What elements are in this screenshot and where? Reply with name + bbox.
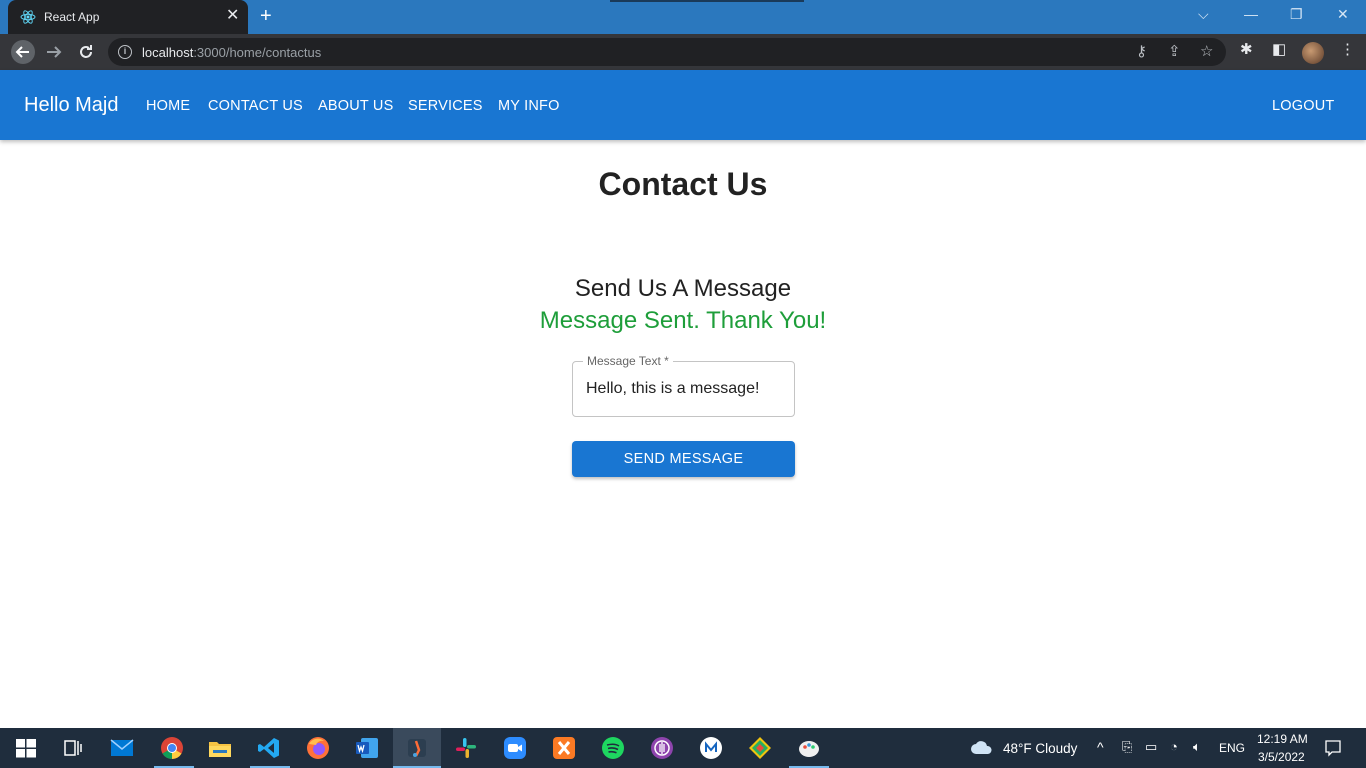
- meet-now-icon[interactable]: ⎘: [1122, 739, 1132, 755]
- reload-button[interactable]: [75, 42, 97, 62]
- spotify-icon[interactable]: [601, 736, 625, 760]
- nav-services[interactable]: SERVICES: [408, 98, 483, 114]
- logout-button[interactable]: LOGOUT: [1272, 98, 1334, 114]
- postman-icon[interactable]: [405, 736, 429, 760]
- restore-button[interactable]: ❐: [1290, 6, 1303, 22]
- word-icon[interactable]: [355, 736, 379, 760]
- chrome-icon[interactable]: [160, 736, 184, 760]
- message-text-field[interactable]: Message Text *: [572, 354, 795, 417]
- language-indicator[interactable]: ENG: [1219, 741, 1245, 755]
- close-window-button[interactable]: ✕: [1337, 6, 1349, 22]
- nav-home[interactable]: HOME: [146, 98, 190, 114]
- clock-date[interactable]: 3/5/2022: [1258, 750, 1305, 764]
- wifi-icon[interactable]: ◔: [1170, 739, 1178, 754]
- battery-icon[interactable]: ▭: [1145, 739, 1157, 755]
- podcasts-icon[interactable]: [650, 736, 674, 760]
- address-bar[interactable]: i localhost:3000/home/contactus ⚷ ⇪ ☆: [108, 38, 1226, 66]
- clock-time[interactable]: 12:19 AM: [1257, 732, 1308, 746]
- mail-icon[interactable]: [110, 736, 134, 760]
- page-title: Contact Us: [598, 166, 768, 202]
- brand-title: Hello Majd: [24, 94, 119, 116]
- browser-tab[interactable]: React App ✕: [8, 0, 248, 34]
- form-title: Send Us A Message: [574, 275, 792, 302]
- share-icon[interactable]: ⇪: [1168, 44, 1181, 60]
- new-tab-button[interactable]: +: [260, 6, 272, 26]
- reload-icon: [80, 45, 92, 58]
- back-button[interactable]: [11, 40, 35, 64]
- nav-contact-us[interactable]: CONTACT US: [208, 98, 303, 114]
- site-info-icon[interactable]: i: [118, 45, 132, 59]
- nav-about-us[interactable]: ABOUT US: [318, 98, 393, 114]
- message-text-input[interactable]: [586, 380, 786, 398]
- send-message-button[interactable]: SEND MESSAGE: [572, 441, 795, 477]
- cloudy-weather-icon[interactable]: [970, 738, 994, 756]
- notifications-icon[interactable]: [1324, 739, 1342, 757]
- tab-strip-indicator: [610, 0, 804, 2]
- bookmark-star-icon[interactable]: ☆: [1200, 44, 1213, 60]
- weather-text[interactable]: 48°F Cloudy: [1003, 741, 1077, 756]
- xampp-icon[interactable]: [552, 736, 576, 760]
- nav-my-info[interactable]: MY INFO: [498, 98, 560, 114]
- firefox-icon[interactable]: [306, 736, 330, 760]
- side-panel-icon[interactable]: ◧: [1272, 42, 1286, 58]
- zoom-icon[interactable]: [503, 736, 527, 760]
- url-text: localhost:3000/home/contactus: [142, 45, 322, 60]
- volume-icon[interactable]: 🔈︎: [1193, 739, 1201, 755]
- tab-close-icon[interactable]: ✕: [226, 8, 239, 24]
- forward-button[interactable]: [43, 42, 65, 62]
- browser-tab-strip: React App ✕ + ⌵ — ❐ ✕: [0, 0, 1366, 34]
- slack-icon[interactable]: [454, 736, 478, 760]
- app-icon[interactable]: [699, 736, 723, 760]
- react-favicon-icon: [20, 10, 36, 24]
- search-tabs-icon[interactable]: ⌵: [1198, 6, 1209, 22]
- profile-avatar[interactable]: [1302, 42, 1324, 64]
- forward-arrow-icon: [47, 46, 62, 58]
- file-explorer-icon[interactable]: [208, 736, 232, 760]
- task-view-icon[interactable]: [60, 736, 84, 760]
- windows-taskbar: 48°F Cloudy ^ ⎘ ▭ ◔ 🔈︎ ENG 12:19 AM 3/5/…: [0, 728, 1366, 768]
- success-message: Message Sent. Thank You!: [539, 307, 827, 334]
- minimize-button[interactable]: —: [1244, 6, 1258, 22]
- browser-menu-icon[interactable]: ⋮: [1340, 42, 1355, 58]
- message-text-label: Message Text *: [583, 354, 673, 368]
- key-icon[interactable]: ⚷: [1136, 44, 1147, 60]
- paint-icon[interactable]: [797, 736, 821, 760]
- back-arrow-icon: [15, 46, 29, 58]
- show-hidden-icons-icon[interactable]: ^: [1097, 739, 1104, 755]
- tab-title: React App: [44, 10, 100, 24]
- git-icon[interactable]: [748, 736, 772, 760]
- vscode-icon[interactable]: [257, 736, 281, 760]
- browser-toolbar: i localhost:3000/home/contactus ⚷ ⇪ ☆: [0, 34, 1366, 70]
- extensions-icon[interactable]: ✱: [1240, 42, 1253, 58]
- windows-start-icon[interactable]: [14, 736, 38, 760]
- app-bar: Hello Majd HOME CONTACT US ABOUT US SERV…: [0, 70, 1366, 140]
